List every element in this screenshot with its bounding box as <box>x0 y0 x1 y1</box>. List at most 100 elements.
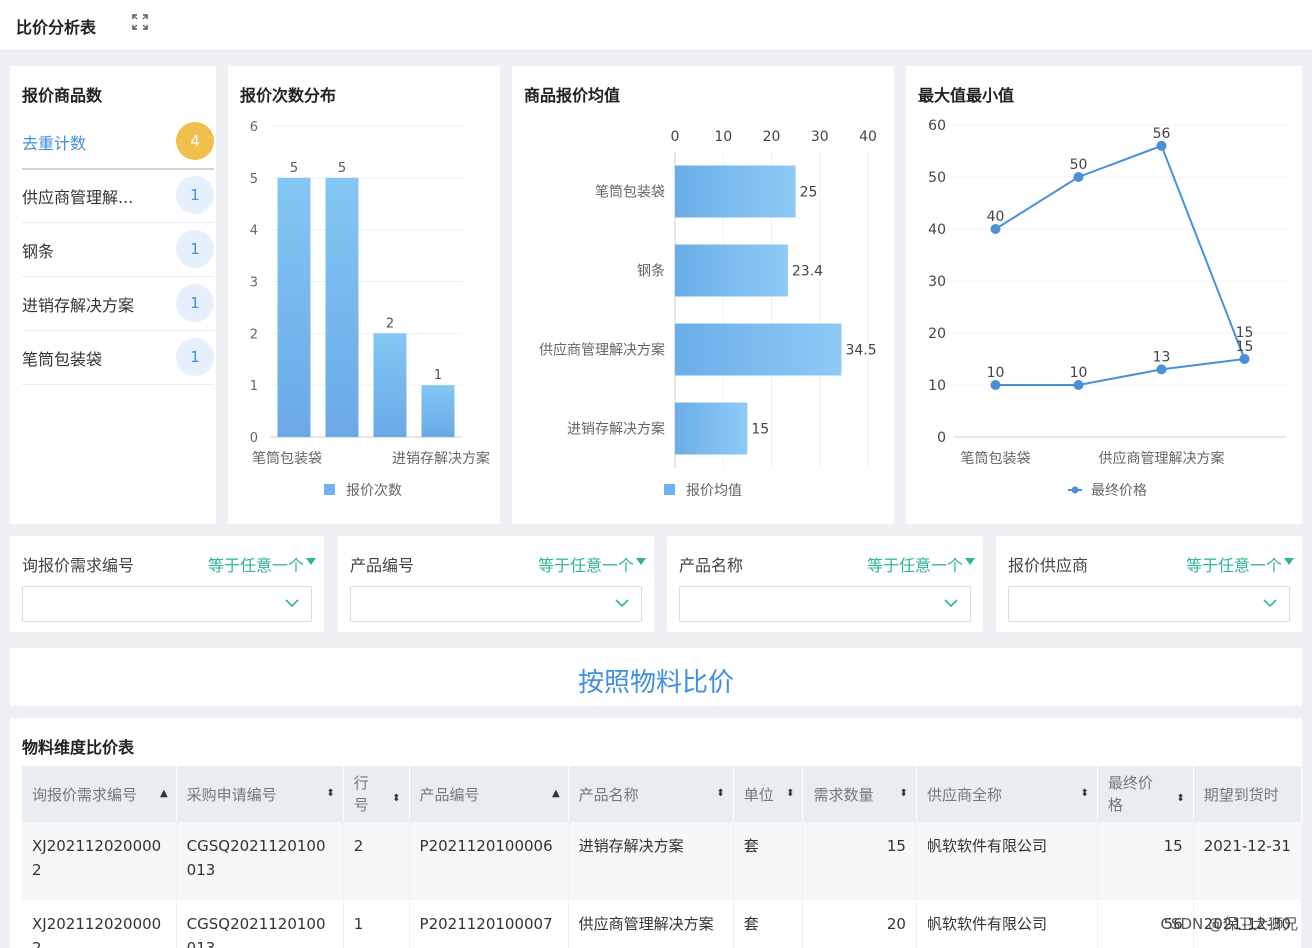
filter-operator-select[interactable]: 等于任意一个 <box>867 552 963 576</box>
sort-icon[interactable]: ⬍ <box>786 788 794 799</box>
bar <box>325 177 359 437</box>
sort-asc-icon[interactable]: ▲ <box>160 788 168 799</box>
x-tick-label: 0 <box>671 129 680 145</box>
page-title: 比价分析表 <box>16 18 97 37</box>
column-header-label: 询报价需求编号 <box>32 785 138 804</box>
legend-marker <box>1071 486 1079 494</box>
column-header[interactable]: 产品名称 ⬍ <box>568 766 734 822</box>
column-header[interactable]: 期望到货时 <box>1193 766 1302 822</box>
series-line <box>995 358 1245 386</box>
table-cell: 帆软软件有限公司 <box>916 822 1098 900</box>
table-cell: 20 <box>802 900 917 948</box>
banner-title: 按照物料比价 <box>577 668 734 698</box>
sort-icon[interactable]: ⬍ <box>1176 788 1184 810</box>
y-tick-label: 供应商管理解决方案 <box>539 342 665 359</box>
legend-swatch <box>664 484 675 495</box>
caret-down-icon[interactable] <box>965 558 975 566</box>
sort-icon[interactable]: ⬍ <box>900 788 908 799</box>
caret-down-icon[interactable] <box>306 558 316 566</box>
filter-value-dropdown[interactable] <box>22 586 312 622</box>
column-header-label: 单位 <box>743 785 774 804</box>
y-tick-label: 钢条 <box>637 263 665 280</box>
x-tick-label: 10 <box>714 129 732 145</box>
caret-down-icon[interactable] <box>1284 558 1294 566</box>
sort-icon[interactable]: ⬍ <box>716 788 724 799</box>
count-badge: 1 <box>176 230 214 268</box>
y-tick-label: 笔筒包装袋 <box>595 184 665 201</box>
filter-operator-select[interactable]: 等于任意一个 <box>208 552 304 576</box>
filter-product-name: 产品名称 等于任意一个 <box>667 536 983 632</box>
count-row-item[interactable]: 钢条 1 <box>22 222 214 277</box>
column-header[interactable]: 最终价格 ⬍ <box>1097 766 1194 822</box>
series-line <box>994 144 1246 360</box>
filter-operator-select[interactable]: 等于任意一个 <box>1186 552 1282 576</box>
sort-asc-icon[interactable]: ▲ <box>552 788 560 799</box>
count-badge: 1 <box>176 284 214 322</box>
table-cell: XJ2021120200002 <box>22 900 177 948</box>
filter-product-code: 产品编号 等于任意一个 <box>338 536 654 632</box>
filter-value-dropdown[interactable] <box>679 586 971 622</box>
x-tick-label: 笔筒包装袋 <box>252 450 322 467</box>
table-cell: 套 <box>733 900 804 948</box>
column-header-label: 产品名称 <box>578 785 639 804</box>
comparison-table: 询报价需求编号 ▲ 采购申请编号 ⬍ 行号 ⬍ 产品编号 ▲ 产品名称 ⬍ 单位 ⬍ 需求数… <box>22 766 1302 948</box>
section-banner: 按照物料比价 <box>10 648 1302 706</box>
table-header-row: 询报价需求编号 ▲ 采购申请编号 ⬍ 行号 ⬍ 产品编号 ▲ 产品名称 ⬍ 单位 ⬍ 需求数… <box>22 766 1302 822</box>
x-tick-label: 40 <box>859 129 877 145</box>
count-row-label: 钢条 <box>22 242 55 261</box>
data-label: 25 <box>800 185 818 201</box>
y-tick-label: 2 <box>250 327 258 342</box>
table-cell: XJ2021120200002 <box>22 822 177 900</box>
count-row-distinct[interactable]: 去重计数 4 <box>22 114 214 170</box>
count-row-label: 进销存解决方案 <box>22 296 135 315</box>
data-label: 15 <box>751 422 769 438</box>
data-label: 13 <box>1153 349 1171 365</box>
chart-card-distribution: 报价次数分布 0 1 2 3 4 5 6 5 笔筒包装袋 5 2 1 进销存解决方案 报价次数 <box>228 66 500 524</box>
chevron-down-icon <box>285 599 299 608</box>
column-header[interactable]: 产品编号 ▲ <box>409 766 569 822</box>
table-row[interactable]: XJ2021120200002 CGSQ2021120100013 2 P202… <box>22 822 1302 900</box>
legend-label: 报价均值 <box>686 483 742 499</box>
column-header-label: 采购申请编号 <box>186 785 277 804</box>
comparison-table-card: 物料维度比价表 询报价需求编号 ▲ 采购申请编号 ⬍ 行号 ⬍ 产品编号 ▲ 产品名称 ⬍… <box>10 718 1302 948</box>
column-header[interactable]: 采购申请编号 ⬍ <box>176 766 344 822</box>
sort-icon[interactable]: ⬍ <box>326 788 334 799</box>
y-tick-label: 3 <box>250 276 258 291</box>
table-row[interactable]: XJ2021120200002 CGSQ2021120100013 1 P202… <box>22 900 1302 948</box>
data-label: 40 <box>987 209 1005 225</box>
count-row-item[interactable]: 笔筒包装袋 1 <box>22 330 214 385</box>
count-row-label: 笔筒包装袋 <box>22 350 103 369</box>
table-cell: CGSQ2021120100013 <box>176 900 344 948</box>
column-header[interactable]: 单位 ⬍ <box>733 766 804 822</box>
x-tick-label: 进销存解决方案 <box>392 450 490 467</box>
filter-value-dropdown[interactable] <box>1008 586 1290 622</box>
y-tick-label: 10 <box>928 378 946 394</box>
bar <box>675 323 842 376</box>
count-badge: 4 <box>176 122 214 160</box>
sort-icon[interactable]: ⬍ <box>1081 788 1089 799</box>
column-header[interactable]: 需求数量 ⬍ <box>802 766 917 822</box>
data-point <box>1073 172 1084 182</box>
sort-icon[interactable]: ⬍ <box>392 788 400 810</box>
data-point <box>1156 364 1167 375</box>
data-label: 56 <box>1153 126 1171 142</box>
data-label: 10 <box>987 365 1005 381</box>
count-row-item[interactable]: 进销存解决方案 1 <box>22 276 214 331</box>
caret-down-icon[interactable] <box>636 558 646 566</box>
count-card-title: 报价商品数 <box>22 86 103 105</box>
data-label: 50 <box>1070 157 1088 173</box>
count-row-item[interactable]: 供应商管理解... 1 <box>22 168 214 223</box>
chevron-down-icon <box>1263 599 1277 608</box>
fullscreen-icon[interactable] <box>132 14 148 30</box>
column-header[interactable]: 供应商全称 ⬍ <box>916 766 1098 822</box>
filter-demand-no: 询报价需求编号 等于任意一个 <box>10 536 324 632</box>
data-point <box>990 224 1001 234</box>
table-cell: 2021-12-31 <box>1193 822 1302 900</box>
column-header[interactable]: 行号 ⬍ <box>343 766 410 822</box>
filter-value-dropdown[interactable] <box>350 586 642 622</box>
bar <box>373 333 407 437</box>
column-header[interactable]: 询报价需求编号 ▲ <box>22 766 177 822</box>
filter-label: 产品名称 <box>679 556 744 575</box>
data-label: 10 <box>1070 365 1088 381</box>
filter-operator-select[interactable]: 等于任意一个 <box>538 552 634 576</box>
